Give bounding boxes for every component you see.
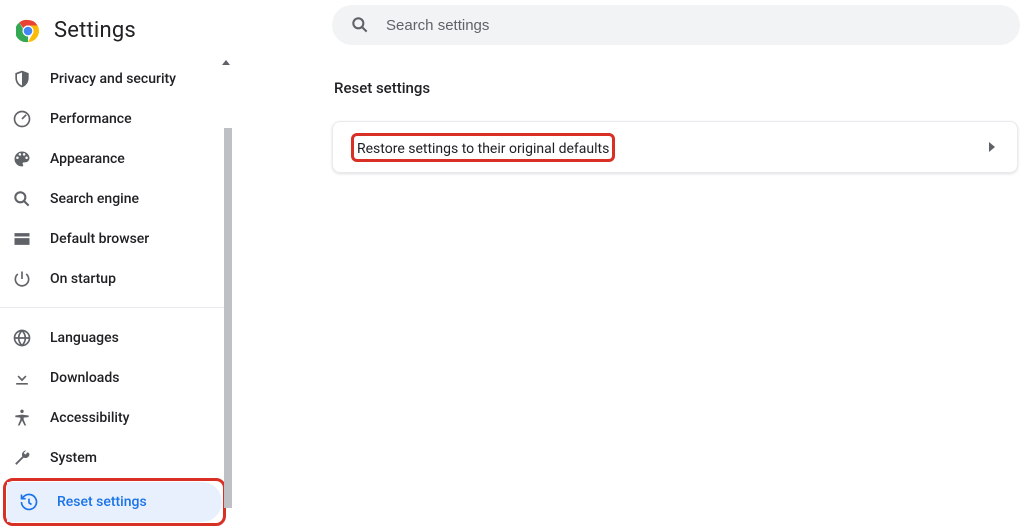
search-icon	[350, 15, 370, 35]
accessibility-icon	[12, 408, 32, 428]
sidebar-item-label: Languages	[50, 330, 119, 346]
sidebar-item-label: Default browser	[50, 231, 149, 247]
sidebar-item-default-browser[interactable]: Default browser	[0, 219, 218, 259]
sidebar-item-label: On startup	[50, 271, 116, 287]
sidebar-item-downloads[interactable]: Downloads	[0, 358, 218, 398]
chevron-right-icon	[989, 142, 995, 152]
sidebar-item-label: Privacy and security	[50, 71, 176, 87]
sidebar-item-on-startup[interactable]: On startup	[0, 259, 218, 299]
chrome-logo-icon	[16, 19, 40, 43]
restore-defaults-label: Restore settings to their original defau…	[357, 141, 609, 157]
sidebar-item-search-engine[interactable]: Search engine	[0, 179, 218, 219]
power-icon	[12, 269, 32, 289]
search-input[interactable]	[386, 17, 1002, 34]
sidebar-item-performance[interactable]: Performance	[0, 99, 218, 139]
header: Settings	[0, 0, 232, 57]
download-icon	[12, 368, 32, 388]
scroll-up-arrow-icon[interactable]	[220, 56, 232, 68]
sidebar-item-system[interactable]: System	[0, 438, 218, 478]
sidebar-divider	[0, 307, 232, 308]
sidebar-item-label: Accessibility	[50, 410, 129, 426]
speedometer-icon	[12, 109, 32, 129]
browser-icon	[12, 229, 32, 249]
highlight-annotation: Reset settings	[3, 478, 226, 526]
sidebar-item-reset[interactable]: Reset settings	[7, 482, 222, 522]
highlight-annotation: Restore settings to their original defau…	[351, 133, 615, 162]
sidebar-item-label: Performance	[50, 111, 132, 127]
shield-icon	[12, 69, 32, 89]
search-icon	[12, 189, 32, 209]
page-title: Settings	[54, 18, 136, 43]
globe-icon	[12, 328, 32, 348]
scrollbar-thumb[interactable]	[224, 128, 232, 508]
sidebar-item-label: Search engine	[50, 191, 139, 207]
sidebar-item-label: Reset settings	[57, 494, 147, 510]
sidebar-item-label: Appearance	[50, 151, 125, 167]
sidebar-group-1: Privacy and security Performance Appeara…	[0, 57, 232, 299]
wrench-icon	[12, 448, 32, 468]
search-bar[interactable]	[332, 5, 1020, 45]
sidebar-group-2: Languages Downloads Accessibility System	[0, 316, 232, 526]
history-icon	[19, 492, 39, 512]
sidebar: Settings Privacy and security Performanc…	[0, 0, 232, 515]
sidebar-scrollbar[interactable]	[224, 0, 232, 515]
main-content: Reset settings Restore settings to their…	[232, 0, 1024, 515]
sidebar-item-appearance[interactable]: Appearance	[0, 139, 218, 179]
sidebar-item-accessibility[interactable]: Accessibility	[0, 398, 218, 438]
settings-card: Restore settings to their original defau…	[332, 121, 1018, 173]
sidebar-item-label: Downloads	[50, 370, 119, 386]
restore-defaults-row[interactable]: Restore settings to their original defau…	[333, 122, 1017, 172]
sidebar-item-languages[interactable]: Languages	[0, 318, 218, 358]
sidebar-item-privacy[interactable]: Privacy and security	[0, 59, 218, 99]
palette-icon	[12, 149, 32, 169]
sidebar-item-label: System	[50, 450, 97, 466]
section-title: Reset settings	[332, 79, 1020, 97]
